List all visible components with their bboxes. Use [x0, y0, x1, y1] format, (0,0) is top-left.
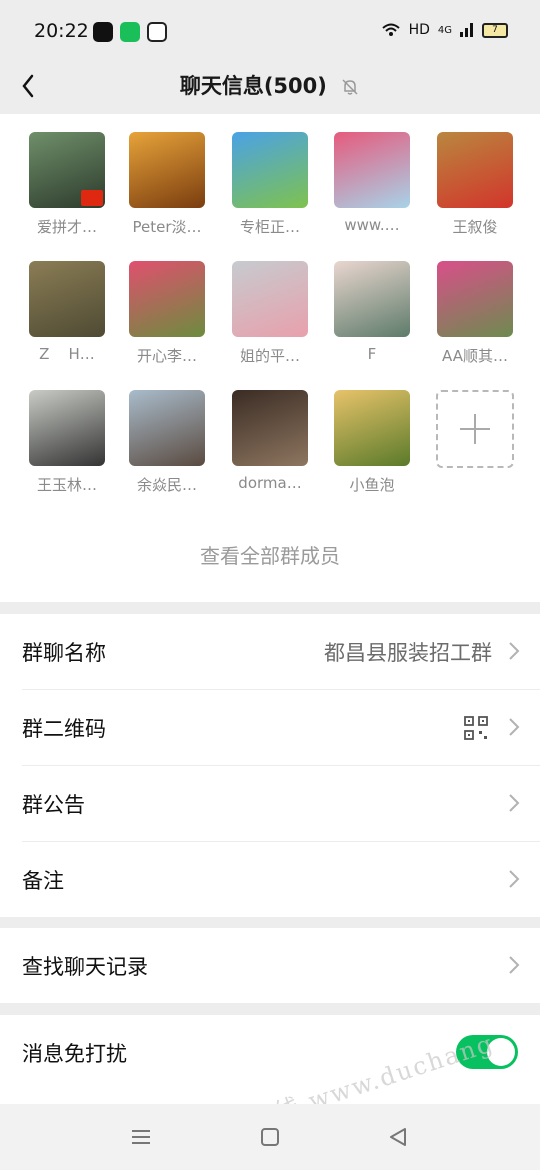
member-name: Peter淡… [132, 218, 202, 236]
remark-row[interactable]: 备注 [22, 842, 540, 917]
bell-off-icon [342, 79, 358, 95]
signal-icon [460, 23, 473, 37]
member-tile[interactable]: F [327, 261, 417, 363]
member-tile[interactable]: 余焱民… [122, 390, 212, 495]
member-name: www.… [344, 216, 400, 234]
tiktok-icon [93, 22, 113, 42]
status-indicators: HD 4G 7 [381, 22, 508, 38]
game-icon [147, 22, 167, 42]
member-name: AA顺其… [442, 347, 508, 365]
member-name: 王叙俊 [452, 218, 498, 236]
app-notification-icon [120, 22, 140, 42]
group-settings-section: 群聊名称 都昌县服装招工群 群二维码 群公告 备注 [0, 614, 540, 917]
member-name: F [367, 345, 377, 363]
mute-label: 消息免打扰 [22, 1042, 127, 1066]
avatar[interactable] [232, 390, 308, 466]
page-title: 聊天信息(500) [179, 74, 327, 98]
qr-code-icon [464, 716, 488, 740]
member-tile[interactable]: 开心李… [122, 261, 212, 366]
member-tile[interactable]: 姐的平… [225, 261, 315, 366]
member-name: 王玉林… [36, 476, 97, 494]
system-navigation-bar [0, 1104, 540, 1170]
member-tile[interactable]: Z H… [22, 261, 112, 363]
avatar[interactable] [232, 132, 308, 208]
menu-icon[interactable] [130, 1126, 152, 1148]
search-section: 查找聊天记录 [0, 928, 540, 1003]
group-name-row[interactable]: 群聊名称 都昌县服装招工群 [22, 614, 540, 690]
plus-icon[interactable] [436, 390, 514, 468]
member-tile[interactable]: 专柜正… [225, 132, 315, 237]
signal-label: 4G [437, 24, 452, 36]
member-name: Z H… [39, 345, 95, 363]
group-name-value: 都昌县服装招工群 [324, 641, 492, 665]
avatar[interactable] [232, 261, 308, 337]
member-name: 开心李… [136, 347, 197, 365]
avatar[interactable] [334, 132, 410, 208]
search-history-label: 查找聊天记录 [22, 955, 148, 979]
search-history-row[interactable]: 查找聊天记录 [22, 928, 540, 1003]
member-name: dorma… [238, 474, 302, 492]
member-tile[interactable]: 王叙俊 [430, 132, 520, 237]
avatar[interactable] [29, 390, 105, 466]
view-all-members-link[interactable]: 查看全部群成员 [0, 540, 540, 569]
member-tile[interactable]: 小鱼泡 [327, 390, 417, 495]
member-tile[interactable]: dorma… [225, 390, 315, 492]
network-label: HD [408, 22, 430, 38]
member-name: 余焱民… [136, 476, 197, 494]
avatar[interactable] [129, 261, 205, 337]
member-tile[interactable]: Peter淡… [122, 132, 212, 237]
member-tile[interactable]: 爱拼才… [22, 132, 112, 237]
member-name: 姐的平… [239, 347, 300, 365]
status-time: 20:22 [34, 20, 89, 42]
avatar[interactable] [437, 132, 513, 208]
group-name-label: 群聊名称 [22, 641, 106, 665]
member-tile[interactable]: AA顺其… [430, 261, 520, 366]
home-icon[interactable] [259, 1126, 281, 1148]
flag-badge-icon [81, 190, 103, 206]
group-qr-row[interactable]: 群二维码 [22, 690, 540, 766]
chevron-right-icon [509, 794, 520, 812]
group-qr-label: 群二维码 [22, 717, 106, 741]
member-tile[interactable]: 王玉林… [22, 390, 112, 495]
member-name: 小鱼泡 [349, 476, 395, 494]
avatar[interactable] [334, 390, 410, 466]
member-name: 爱拼才… [36, 218, 97, 236]
battery-icon: 7 [482, 22, 508, 38]
chevron-right-icon [509, 956, 520, 974]
member-grid: 爱拼才… Peter淡… 专柜正… www.… 王叙俊 Z H… 开心李… 姐的平… F AA顺其… [0, 114, 540, 602]
avatar[interactable] [129, 132, 205, 208]
avatar[interactable] [334, 261, 410, 337]
wifi-icon [381, 23, 400, 36]
avatar[interactable] [29, 261, 105, 337]
avatar[interactable] [437, 261, 513, 337]
chevron-right-icon [509, 642, 520, 660]
navigation-bar: 聊天信息(500) [0, 62, 540, 114]
avatar[interactable] [29, 132, 105, 208]
member-tile[interactable]: www.… [327, 132, 417, 234]
add-member-tile[interactable] [430, 390, 520, 468]
member-name: 专柜正… [239, 218, 300, 236]
group-notice-row[interactable]: 群公告 [22, 766, 540, 842]
chevron-right-icon [509, 870, 520, 888]
page-title-container: 聊天信息(500) [0, 70, 540, 100]
status-bar: 20:22 HD 4G 7 [0, 0, 540, 62]
back-triangle-icon[interactable] [387, 1126, 409, 1148]
avatar[interactable] [129, 390, 205, 466]
chevron-right-icon [509, 718, 520, 736]
group-notice-label: 群公告 [22, 793, 85, 817]
remark-label: 备注 [22, 869, 64, 893]
